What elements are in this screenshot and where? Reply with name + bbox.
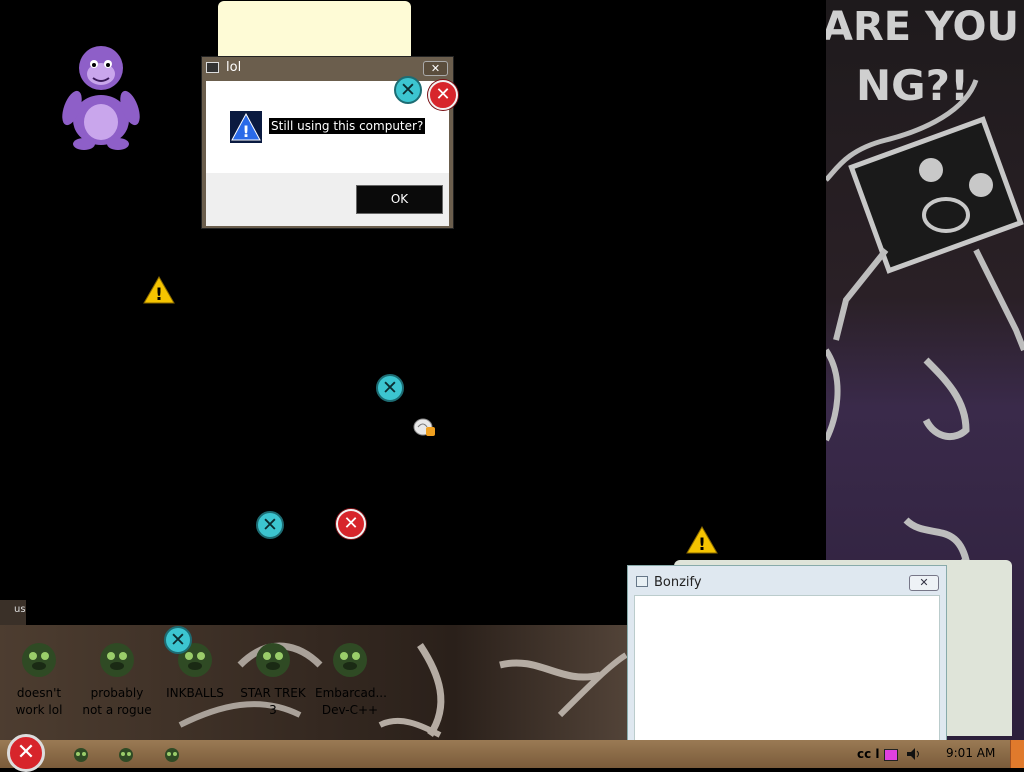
desktop-icon-label: INKBALLS — [166, 686, 224, 700]
dialog-message: Still using this computer? — [269, 118, 426, 134]
close-icon[interactable]: ✕ — [394, 76, 422, 104]
scribble-text-1: ARE YOU — [826, 4, 1019, 50]
close-glyph: ✕ — [919, 576, 929, 589]
warning-blue-icon: ! — [230, 111, 262, 143]
desktop-icon-label: doesn't work lol — [15, 686, 63, 717]
bonzify-close-button[interactable]: ✕ — [909, 575, 939, 591]
svg-text:!: ! — [242, 122, 249, 141]
warning-icon: ! — [143, 275, 175, 308]
window-icon — [636, 576, 648, 587]
tray-text[interactable]: cc l — [857, 747, 880, 761]
bonzi-buddy-character[interactable] — [60, 40, 142, 152]
svg-text:!: ! — [155, 285, 163, 304]
close-glyph: ✕ — [400, 78, 416, 101]
close-glyph: ✕ — [430, 62, 441, 75]
bonzify-content — [634, 595, 940, 741]
start-button[interactable]: ✕ — [7, 734, 45, 772]
error-glyph: ✕ — [435, 84, 451, 105]
bonzify-title: Bonzify — [654, 575, 702, 590]
tray-color-icon[interactable] — [884, 749, 898, 761]
dialog-title: lol — [226, 60, 242, 75]
dialog-titlebar[interactable]: lol ✕ — [202, 57, 453, 80]
scribble-text-2: NG?! — [856, 61, 969, 110]
desktop-icon-label: Embarcad... Dev-C++ — [315, 686, 387, 717]
dialog-close-button[interactable]: ✕ — [423, 61, 448, 76]
gremlin-icon[interactable] — [164, 745, 180, 763]
ok-button[interactable]: OK — [356, 185, 443, 214]
svg-text:!: ! — [698, 535, 706, 554]
close-glyph: ✕ — [262, 513, 278, 536]
error-glyph: ✕ — [343, 513, 359, 534]
desktop-icon[interactable]: doesn't work lol — [4, 636, 74, 719]
shell-icon — [413, 418, 437, 442]
bonzify-window[interactable]: Bonzify ✕ — [627, 565, 947, 745]
wallpaper-strip: us — [0, 600, 26, 625]
close-icon[interactable]: ✕ — [164, 626, 192, 654]
desktop-icon[interactable]: Embarcad... Dev-C++ — [315, 636, 387, 719]
gremlin-icon — [100, 643, 134, 677]
gremlin-icon[interactable] — [73, 745, 89, 763]
sticky-note — [218, 1, 411, 57]
desktop-icon[interactable]: STAR TREK 3 — [238, 636, 308, 719]
gremlin-icon — [333, 643, 367, 677]
taskbar: ✕ cc l 9:01 AM — [0, 734, 1024, 772]
start-glyph: ✕ — [16, 740, 36, 765]
desktop-icon-label: probably not a rogue — [82, 686, 152, 717]
error-icon[interactable]: ✕ — [336, 509, 366, 539]
partial-label: us — [14, 604, 26, 615]
volume-icon[interactable] — [906, 747, 922, 761]
error-icon[interactable]: ✕ — [428, 80, 458, 110]
desktop-icon[interactable]: probably not a rogue — [82, 636, 152, 719]
show-desktop-button[interactable] — [1010, 740, 1024, 768]
gorilla-icon — [62, 46, 140, 150]
gremlin-icon[interactable] — [118, 745, 134, 763]
window-icon — [206, 62, 219, 73]
close-glyph: ✕ — [382, 376, 398, 399]
close-icon[interactable]: ✕ — [256, 511, 284, 539]
gremlin-icon — [256, 643, 290, 677]
close-glyph: ✕ — [170, 628, 186, 651]
dialog-footer: OK — [206, 173, 449, 226]
gremlin-icon — [22, 643, 56, 677]
desktop-icon-label: STAR TREK 3 — [240, 686, 306, 717]
clock[interactable]: 9:01 AM — [946, 746, 995, 760]
warning-icon: ! — [686, 525, 718, 558]
close-icon[interactable]: ✕ — [376, 374, 404, 402]
